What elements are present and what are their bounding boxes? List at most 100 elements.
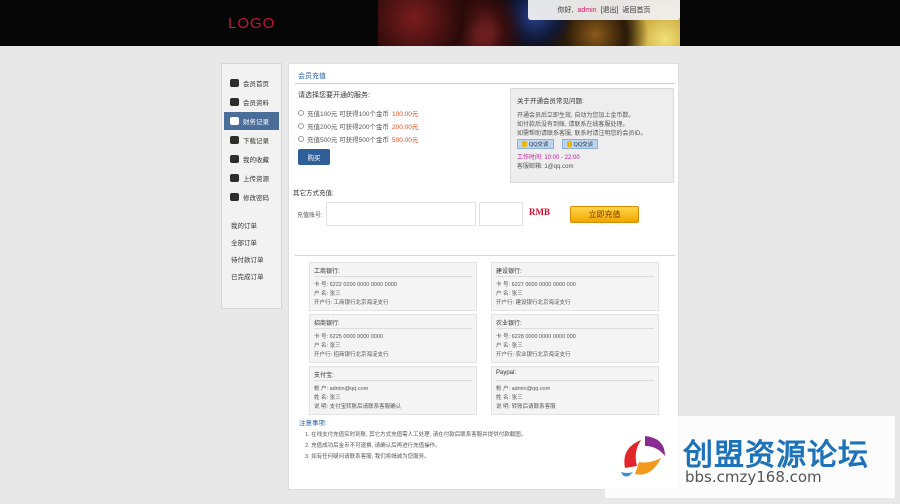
watermark: 创盟资源论坛 bbs.cmzy168.com bbox=[605, 416, 895, 498]
welcome-text: 你好, bbox=[557, 7, 574, 14]
bank-title: 工商银行: bbox=[314, 266, 472, 277]
bank-card-alipay: 支付宝: 帐 户: admin@qq.com 姓 名: 张三 说 明: 支付宝转… bbox=[309, 366, 477, 415]
info-line: 如付款后没有到账, 请联系在线客服处理。 bbox=[517, 122, 629, 128]
plan-option[interactable]: 充值200元 可获得200个金币 200.00元 bbox=[298, 119, 508, 132]
bank-card-cmb: 招商银行: 卡 号: 6225 0000 0000 0000 户 名: 张三 开… bbox=[309, 314, 477, 363]
bank-title: 农业银行: bbox=[496, 318, 654, 329]
bank-card-abc: 农业银行: 卡 号: 6228 0000 0000 0000 000 户 名: … bbox=[491, 314, 659, 363]
sidebar-item-password[interactable]: 修改密码 bbox=[224, 188, 279, 206]
home-link[interactable]: 返回首页 bbox=[622, 5, 650, 15]
radio-icon[interactable] bbox=[298, 122, 304, 129]
user-bar: 你好, admin [退出] 返回首页 bbox=[528, 0, 680, 20]
radio-icon[interactable] bbox=[298, 135, 304, 142]
divider bbox=[295, 83, 675, 84]
logout-link[interactable]: [退出] bbox=[601, 5, 619, 15]
qq-chat-button[interactable]: QQ交谈 bbox=[517, 139, 554, 149]
offer-title: 请选择您要开通的服务: bbox=[298, 92, 370, 99]
bank-line: 卡 号: 6227 0000 0000 0000 000 bbox=[496, 282, 576, 288]
service-time: 工作时间: 10:00 - 22:00 bbox=[517, 155, 580, 161]
buy-button[interactable]: 购买 bbox=[298, 149, 330, 165]
user-icon bbox=[230, 98, 239, 106]
sidebar-item-favorites[interactable]: 我的收藏 bbox=[224, 150, 279, 168]
watermark-url: bbs.cmzy168.com bbox=[685, 468, 822, 486]
mail-icon bbox=[230, 155, 239, 163]
bank-line: 姓 名: 张三 bbox=[496, 395, 523, 401]
bank-line: 卡 号: 6222 0200 0000 0000 0000 bbox=[314, 282, 397, 288]
page-title: 会员充值 bbox=[298, 73, 326, 80]
qq-icon bbox=[566, 141, 572, 147]
bank-title: 招商银行: bbox=[314, 318, 472, 329]
bank-line: 卡 号: 6225 0000 0000 0000 bbox=[314, 334, 384, 340]
sidebar-item-label: 会员首页 bbox=[243, 81, 269, 88]
bank-line: 姓 名: 张三 bbox=[314, 395, 341, 401]
plan-price: 100.00元 bbox=[392, 110, 419, 118]
bank-line: 开户行: 工商银行北京海淀支行 bbox=[314, 300, 389, 306]
plan-text: 充值200元 可获得200个金币 bbox=[307, 123, 389, 131]
bank-line: 开户行: 农业银行北京海淀支行 bbox=[496, 352, 571, 358]
recharge-now-button[interactable]: 立即充值 bbox=[570, 206, 639, 223]
plan-price: 200.00元 bbox=[392, 123, 419, 131]
bank-line: 帐 户: admin@qq.com bbox=[314, 386, 369, 392]
bank-line: 卡 号: 6228 0000 0000 0000 000 bbox=[496, 334, 576, 340]
sidebar-item-label: 财务记录 bbox=[243, 119, 269, 126]
watermark-logo-icon bbox=[621, 436, 665, 477]
bank-line: 户 名: 张三 bbox=[314, 343, 341, 349]
bank-line: 帐 户: admin@qq.com bbox=[496, 386, 551, 392]
bank-title: 支付宝: bbox=[314, 370, 472, 381]
other-recharge-label: 其它方式充值: bbox=[293, 190, 334, 197]
plan-option[interactable]: 充值100元 可获得100个金币 100.00元 bbox=[298, 106, 508, 119]
recharge-offer: 请选择您要开通的服务: 充值100元 可获得100个金币 100.00元 充值2… bbox=[298, 90, 508, 165]
sidebar-orders-section: 我的订单 全部订单 待付款订单 已完成订单 bbox=[222, 220, 281, 288]
qq-icon bbox=[522, 141, 527, 147]
divider bbox=[295, 255, 675, 256]
plan-text: 充值100元 可获得100个金币 bbox=[307, 110, 389, 118]
radio-icon[interactable] bbox=[298, 109, 304, 116]
sidebar-section-title: 我的订单 bbox=[231, 223, 257, 230]
site-logo[interactable]: LOGO bbox=[228, 15, 275, 32]
sidebar: 会员首页 会员资料 财务记录 下载记录 我的收藏 上传资源 修改密码 我的订单 … bbox=[221, 63, 282, 309]
qq-button-label: QQ交谈 bbox=[573, 142, 594, 148]
username-link[interactable]: admin bbox=[577, 7, 596, 14]
plan-price: 500.00元 bbox=[392, 136, 419, 144]
bank-line: 说 明: 支付宝转账后请联系客服确认 bbox=[314, 404, 402, 410]
sidebar-item-label: 会员资料 bbox=[243, 100, 269, 107]
bank-title: 建设银行: bbox=[496, 266, 654, 277]
sidebar-item-member-home[interactable]: 会员首页 bbox=[224, 74, 279, 92]
sidebar-item-label: 我的收藏 bbox=[243, 157, 269, 164]
sidebar-item-completed-orders[interactable]: 已完成订单 bbox=[231, 271, 281, 288]
plan-text: 充值500元 可获得500个金币 bbox=[307, 136, 389, 144]
bank-line: 户 名: 张三 bbox=[496, 343, 523, 349]
bank-line: 开户行: 招商银行北京海淀支行 bbox=[314, 352, 389, 358]
top-header: LOGO 你好, admin [退出] 返回首页 bbox=[0, 0, 900, 46]
sidebar-item-pending-orders[interactable]: 待付款订单 bbox=[231, 254, 281, 271]
sidebar-item-profile[interactable]: 会员资料 bbox=[224, 93, 279, 111]
account-input[interactable] bbox=[326, 202, 476, 226]
sidebar-item-upload[interactable]: 上传资源 bbox=[224, 169, 279, 187]
qq-chat-button[interactable]: QQ交谈 bbox=[561, 139, 599, 149]
currency-label: RMB bbox=[529, 207, 550, 217]
bank-card-icbc: 工商银行: 卡 号: 6222 0200 0000 0000 0000 户 名:… bbox=[309, 262, 477, 311]
sidebar-item-label: 修改密码 bbox=[243, 195, 269, 202]
bank-card-paypal: Paypal: 帐 户: admin@qq.com 姓 名: 张三 说 明: 转… bbox=[491, 366, 659, 415]
sidebar-item-finance[interactable]: 财务记录 bbox=[224, 112, 279, 130]
download-icon bbox=[230, 136, 239, 144]
money-icon bbox=[230, 117, 239, 125]
bank-line: 户 名: 张三 bbox=[314, 291, 341, 297]
info-box: 关于开通会员常见问题: 开通会员后立即生效, 自动为您加上金币数。 如付款后没有… bbox=[510, 88, 674, 183]
mail-icon bbox=[230, 174, 239, 182]
bank-title: Paypal: bbox=[496, 370, 654, 381]
mail-icon bbox=[230, 193, 239, 201]
sidebar-item-all-orders[interactable]: 全部订单 bbox=[231, 237, 281, 254]
service-email: 客服邮箱: 1@qq.com bbox=[517, 164, 574, 170]
plan-option[interactable]: 充值500元 可获得500个金币 500.00元 bbox=[298, 132, 508, 145]
info-title: 关于开通会员常见问题: bbox=[517, 98, 584, 105]
account-label: 充值账号: bbox=[297, 213, 323, 219]
bank-line: 开户行: 建设银行北京海淀支行 bbox=[496, 300, 571, 306]
amount-input[interactable] bbox=[479, 202, 523, 226]
sidebar-item-downloads[interactable]: 下载记录 bbox=[224, 131, 279, 149]
bank-line: 户 名: 张三 bbox=[496, 291, 523, 297]
home-icon bbox=[230, 79, 239, 87]
sidebar-item-label: 上传资源 bbox=[243, 176, 269, 183]
bank-card-ccb: 建设银行: 卡 号: 6227 0000 0000 0000 000 户 名: … bbox=[491, 262, 659, 311]
qq-buttons: QQ交谈 QQ交谈 bbox=[517, 139, 667, 149]
